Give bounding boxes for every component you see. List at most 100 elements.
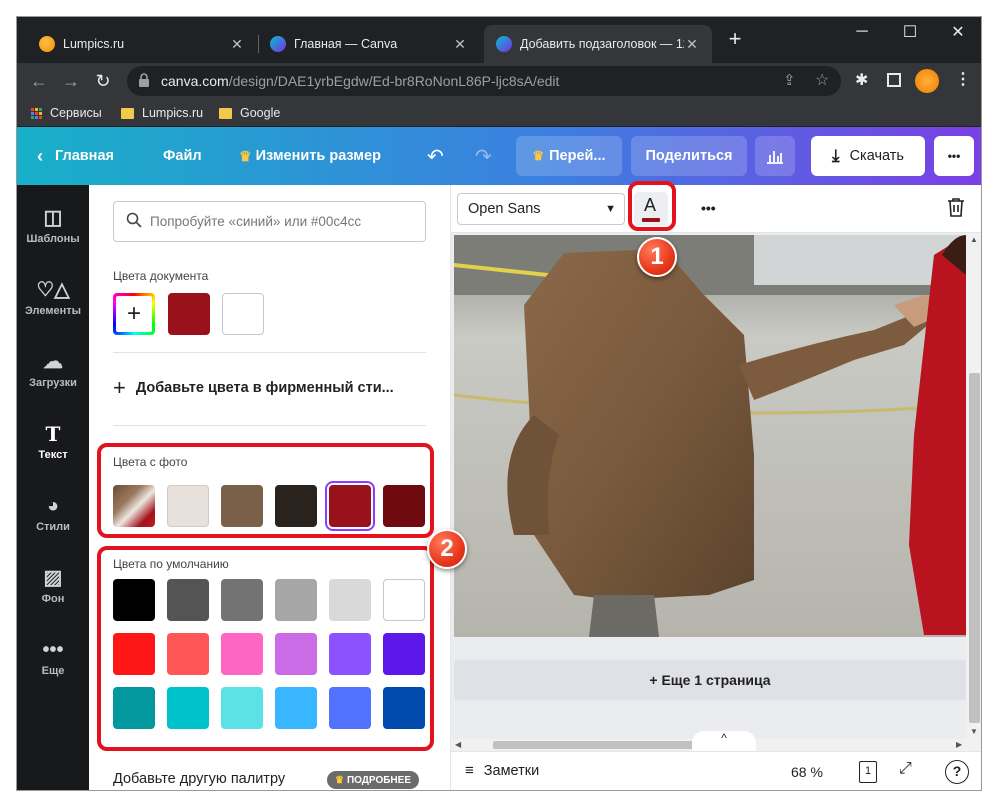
default-color-swatch[interactable] [383, 633, 425, 675]
vertical-scrollbar[interactable]: ▲ ▼ [966, 233, 981, 739]
download-button[interactable]: ⤓ Скачать [811, 136, 925, 176]
tab-lumpics[interactable]: Lumpics.ru ✕ [27, 25, 257, 63]
more-tools-button[interactable]: ••• [701, 200, 716, 216]
tab-canva-home[interactable]: Главная — Canva ✕ [258, 25, 480, 63]
default-color-swatch[interactable] [329, 687, 371, 729]
background-icon: ▨ [43, 567, 63, 589]
rail-item-uploads[interactable]: ☁ Загрузки [17, 341, 89, 405]
rail-item-text[interactable]: T Текст [17, 413, 89, 477]
profile-avatar[interactable] [915, 69, 939, 93]
zoom-level[interactable]: 68 % [791, 764, 823, 780]
page-count-button[interactable]: 1 [859, 761, 877, 783]
add-color-button[interactable]: + [113, 293, 155, 335]
fullscreen-icon[interactable]: ⤢ [899, 760, 912, 778]
side-rail: ◫ Шаблоны ♡△ Элементы ☁ Загрузки T Текст… [17, 185, 89, 790]
photo-color-swatch[interactable] [383, 485, 425, 527]
photo-color-swatch[interactable] [275, 485, 317, 527]
rail-item-templates[interactable]: ◫ Шаблоны [17, 197, 89, 261]
doc-color-swatch[interactable] [222, 293, 264, 335]
default-color-swatch[interactable] [275, 579, 317, 621]
close-window-button[interactable]: ✕ [935, 17, 981, 47]
photo-color-swatch[interactable] [167, 485, 209, 527]
default-color-swatch[interactable] [221, 579, 263, 621]
doc-color-swatch[interactable] [168, 293, 210, 335]
share-page-icon[interactable]: ⇪ [783, 71, 796, 89]
new-tab-button[interactable]: + [721, 25, 749, 53]
minimize-button[interactable]: ─ [839, 17, 885, 47]
url-field[interactable]: canva.com/design/DAE1yrbEgdw/Ed-br8RoNon… [127, 66, 841, 96]
scroll-right-icon[interactable]: ▶ [956, 740, 962, 749]
forward-arrow-icon[interactable]: → [57, 67, 85, 95]
add-page-button[interactable]: + Еще 1 страница [454, 660, 966, 700]
apps-grid-icon [31, 107, 42, 119]
default-color-swatch[interactable] [221, 687, 263, 729]
photo-color-swatch[interactable] [329, 485, 371, 527]
learn-more-badge[interactable]: ♛ ПОДРОБНЕЕ [327, 771, 419, 789]
add-brand-colors-button[interactable]: + Добавьте цвета в фирменный сти... [113, 375, 394, 401]
close-tab-icon[interactable]: ✕ [452, 36, 468, 53]
chevron-left-icon: ‹ [37, 145, 43, 166]
canva-favicon-icon [270, 36, 286, 52]
redo-icon[interactable]: ↷ [475, 136, 492, 176]
file-menu-button[interactable]: Файл [163, 136, 202, 176]
default-color-swatch[interactable] [221, 633, 263, 675]
elements-icon: ♡△ [36, 279, 70, 301]
undo-icon[interactable]: ↶ [427, 136, 444, 176]
default-color-swatch[interactable] [275, 687, 317, 729]
default-color-swatch[interactable] [167, 687, 209, 729]
help-button[interactable]: ? [945, 760, 969, 784]
default-color-swatch[interactable] [167, 633, 209, 675]
bookmark-label: Lumpics.ru [142, 106, 204, 120]
default-color-swatch[interactable] [113, 687, 155, 729]
design-photo[interactable] [454, 235, 966, 637]
scrollbar-thumb[interactable] [969, 373, 980, 723]
editor-footer: ≡ Заметки 68 % 1 ⤢ ? [451, 751, 981, 790]
trash-icon[interactable] [947, 197, 965, 220]
close-tab-icon[interactable]: ✕ [229, 36, 245, 53]
reload-icon[interactable]: ↻ [89, 67, 117, 95]
default-color-swatch[interactable] [383, 687, 425, 729]
bookmark-google[interactable]: Google [219, 103, 280, 123]
scroll-left-icon[interactable]: ◀ [455, 740, 461, 749]
rail-label: Стили [36, 521, 70, 533]
font-family-select[interactable]: Open Sans ▼ [457, 193, 625, 225]
scroll-up-icon[interactable]: ▲ [970, 235, 978, 244]
rail-item-elements[interactable]: ♡△ Элементы [17, 269, 89, 333]
bookmark-lumpics[interactable]: Lumpics.ru [121, 103, 203, 123]
scroll-down-icon[interactable]: ▼ [970, 727, 978, 736]
default-color-swatch[interactable] [113, 633, 155, 675]
rail-item-styles[interactable]: ◕ Стили [17, 485, 89, 549]
maximize-button[interactable]: ☐ [887, 17, 933, 47]
rail-item-background[interactable]: ▨ Фон [17, 557, 89, 621]
more-options-button[interactable]: ••• [934, 136, 974, 176]
share-button[interactable]: Поделиться [631, 136, 747, 176]
plus-icon: + [113, 375, 126, 400]
extensions-icon[interactable]: ✱ [855, 70, 868, 90]
default-color-swatch[interactable] [167, 579, 209, 621]
default-color-swatch[interactable] [329, 579, 371, 621]
default-color-swatch[interactable] [113, 579, 155, 621]
home-button[interactable]: ‹ Главная [37, 136, 114, 176]
kebab-menu-icon[interactable]: ⋮ [955, 69, 971, 89]
photo-color-swatch[interactable] [221, 485, 263, 527]
default-color-swatch[interactable] [383, 579, 425, 621]
sidepanel-icon[interactable] [887, 73, 901, 87]
upgrade-button[interactable]: ♛ Перей... [516, 136, 622, 176]
tab-canva-design[interactable]: Добавить подзаголовок — 12 ✕ [484, 25, 712, 63]
default-color-swatch[interactable] [329, 633, 371, 675]
default-color-swatch[interactable] [275, 633, 317, 675]
expand-pages-chevron-up-icon[interactable]: ^ [692, 731, 756, 751]
notes-button[interactable]: ≡ Заметки [465, 762, 539, 779]
crown-icon: ♛ [532, 148, 545, 163]
color-search-input[interactable]: Попробуйте «синий» или #00c4cc [113, 201, 426, 242]
annotation-badge-2: 2 [427, 529, 467, 569]
rail-label: Фон [41, 593, 65, 605]
resize-button[interactable]: ♛ Изменить размер [239, 136, 381, 176]
rail-item-more[interactable]: ••• Еще [17, 629, 89, 693]
close-tab-icon[interactable]: ✕ [684, 36, 700, 53]
bookmark-star-icon[interactable]: ☆ [815, 70, 829, 90]
bookmark-services[interactable]: Сервисы [31, 103, 102, 123]
back-arrow-icon[interactable]: ← [25, 67, 53, 95]
insights-chart-icon[interactable] [755, 136, 795, 176]
font-name: Open Sans [468, 201, 541, 217]
